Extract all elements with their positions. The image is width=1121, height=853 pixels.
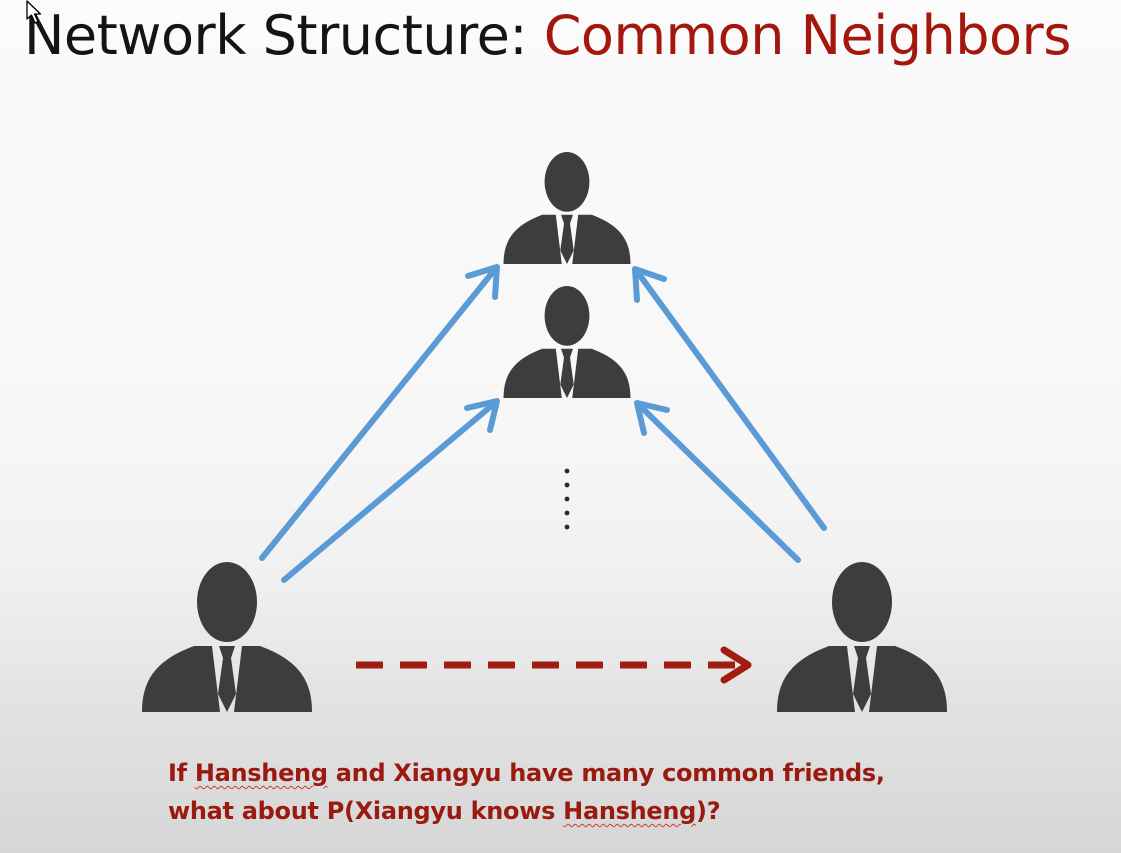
name-hansheng: Hansheng xyxy=(194,759,328,787)
vertical-ellipsis-icon xyxy=(564,468,570,530)
network-diagram xyxy=(142,152,947,712)
edge-right-to-middle xyxy=(634,400,801,563)
person-icon xyxy=(777,562,947,712)
mouse-cursor-icon xyxy=(26,0,42,24)
person-icon xyxy=(503,286,631,398)
caption-line-2: what about P(Xiangyu knows Hansheng)? xyxy=(168,797,721,825)
edge-left-to-top xyxy=(259,264,500,561)
predicted-link-arrow xyxy=(356,646,752,684)
edge-arrows xyxy=(259,264,827,583)
caption: If Hansheng and Xiangyu have many common… xyxy=(168,754,1068,830)
person-icon xyxy=(503,152,631,264)
person-icon xyxy=(142,562,312,712)
caption-line-1: If Hansheng and Xiangyu have many common… xyxy=(168,759,885,787)
name-hansheng: Hansheng xyxy=(563,797,697,825)
slide: Network Structure: Common Neighbors If H… xyxy=(0,0,1121,853)
